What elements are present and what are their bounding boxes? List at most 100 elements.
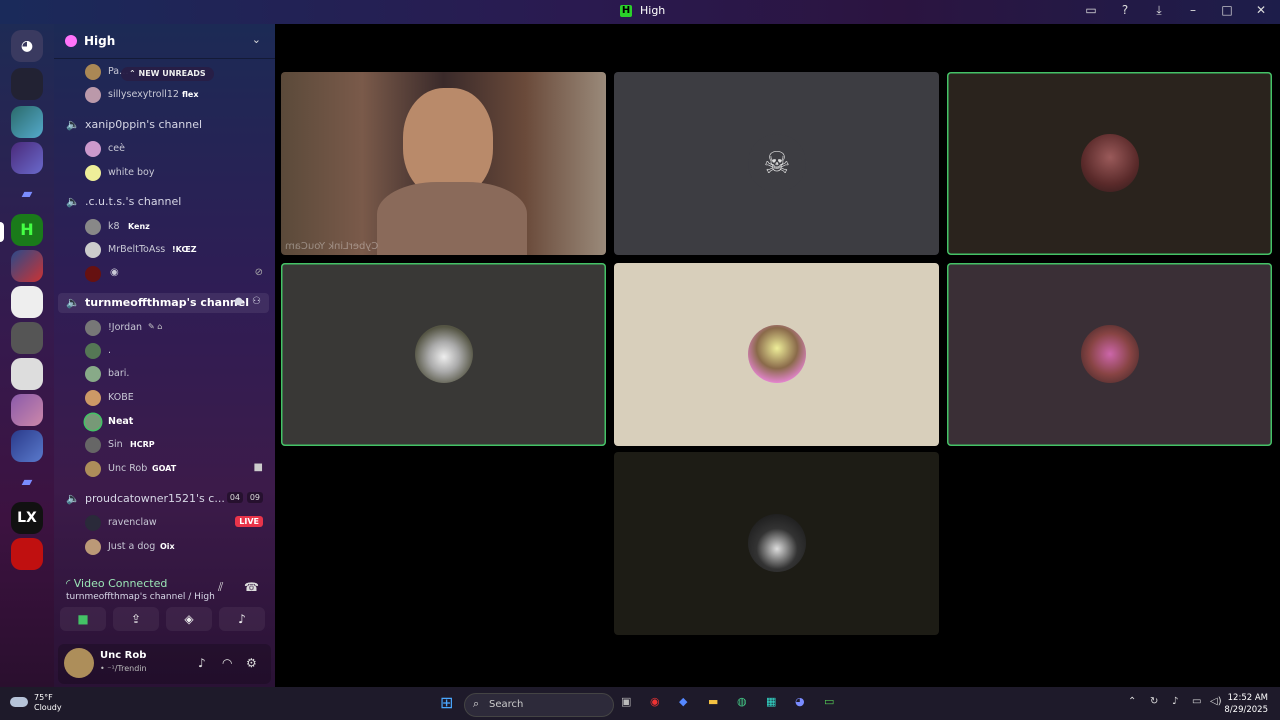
- list-item[interactable]: white boy: [54, 163, 275, 183]
- list-item[interactable]: bari.: [54, 364, 275, 384]
- list-item[interactable]: .: [54, 341, 275, 361]
- app-icon-green[interactable]: ▦: [766, 695, 776, 708]
- chrome-icon[interactable]: ◍: [737, 695, 747, 708]
- download-icon[interactable]: ⤓: [1150, 3, 1168, 18]
- voice-channel-xanip[interactable]: 🔈 xanip0ppin's channel: [54, 115, 275, 135]
- window-title-text: High: [640, 4, 666, 17]
- soundboard-button[interactable]: ♪: [219, 607, 265, 631]
- settings-icon[interactable]: ⚙: [246, 656, 257, 670]
- windows-taskbar: 75°F Cloudy ⊞ ⌕ Search ▣ ◉ ◆ ▬ ◍ ▦ ◕ ▭ ⌃ …: [0, 687, 1280, 720]
- close-button[interactable]: ✕: [1252, 3, 1270, 18]
- avatar: [85, 141, 101, 157]
- taskbar-search[interactable]: ⌕ Search: [464, 693, 614, 717]
- discord-taskbar-icon[interactable]: ◕: [795, 695, 805, 708]
- speaker-icon: 🔈: [66, 296, 80, 309]
- tray-chevron-icon[interactable]: ⌃: [1128, 696, 1136, 707]
- voice-location[interactable]: turnmeoffthmap's channel / High: [66, 592, 215, 602]
- folder-icon-2[interactable]: ▰: [11, 466, 43, 498]
- minimize-button[interactable]: –: [1184, 3, 1202, 18]
- list-item[interactable]: Unc Rob GOAT ■: [54, 459, 275, 479]
- list-item[interactable]: ravenclaw LIVE: [54, 513, 275, 533]
- server-icon-7[interactable]: [11, 322, 43, 354]
- server-icon-2[interactable]: [11, 106, 43, 138]
- weather-temp: 75°F: [34, 693, 53, 702]
- activity-button[interactable]: ◈: [166, 607, 212, 631]
- video-off-icon: ⊘: [254, 267, 263, 278]
- channel-name: xanip0ppin's channel: [85, 118, 203, 131]
- video-tile-avatar[interactable]: [614, 452, 939, 635]
- list-item[interactable]: Neat: [54, 412, 275, 432]
- server-icon-3[interactable]: [11, 142, 43, 174]
- camera-button[interactable]: ■: [60, 607, 106, 631]
- user-name: white boy: [108, 167, 155, 178]
- disconnect-icon[interactable]: ☎: [244, 580, 259, 594]
- chevron-down-icon[interactable]: ⌄: [252, 33, 261, 46]
- list-item[interactable]: MrBeltToAss !KŒZ: [54, 240, 275, 260]
- list-item[interactable]: !Jordan ✎ ⌂: [54, 318, 275, 338]
- list-item[interactable]: k8 Kenz: [54, 217, 275, 237]
- server-icon-9[interactable]: [11, 394, 43, 426]
- video-tile-avatar[interactable]: ☠: [614, 72, 939, 255]
- video-tile-avatar[interactable]: [947, 263, 1272, 446]
- mute-icon: ✎ ⌂: [148, 322, 163, 331]
- video-tile-avatar[interactable]: [614, 263, 939, 446]
- file-explorer-icon[interactable]: ▬: [708, 695, 718, 708]
- screen-share-button[interactable]: ⇪: [113, 607, 159, 631]
- network-icon[interactable]: ▭: [1192, 696, 1201, 707]
- start-button[interactable]: ⊞: [440, 693, 453, 712]
- voice-channel-proudcatowner[interactable]: 🔈 proudcatowner1521's c... 04 09: [54, 489, 275, 509]
- list-item[interactable]: sillysexytroll12 flex: [54, 85, 275, 105]
- avatar: [85, 219, 101, 235]
- server-icon-5[interactable]: [11, 250, 43, 282]
- guild-header[interactable]: High ⌄: [54, 24, 275, 59]
- list-item[interactable]: Sin HCRP: [54, 435, 275, 455]
- chat-bubble-icon[interactable]: ●: [234, 296, 243, 307]
- avatar: [85, 366, 101, 382]
- video-tile-avatar[interactable]: [947, 72, 1272, 255]
- user-panel-name[interactable]: Unc Rob: [100, 650, 146, 661]
- terminal-icon[interactable]: ▭: [824, 695, 834, 708]
- video-tile-camera[interactable]: CyberLink YouCam: [281, 72, 606, 255]
- task-view-icon[interactable]: ▣: [621, 695, 631, 708]
- server-icon-12[interactable]: LX: [11, 502, 43, 534]
- help-icon[interactable]: ?: [1116, 3, 1134, 18]
- microphone-tray-icon[interactable]: ♪: [1172, 696, 1178, 707]
- app-icon-red[interactable]: ◉: [650, 695, 660, 708]
- speaker-icon: 🔈: [66, 195, 80, 208]
- skull-avatar-icon: ☠: [748, 134, 806, 192]
- video-tile-avatar[interactable]: [281, 263, 606, 446]
- server-icon-1[interactable]: [11, 68, 43, 100]
- copilot-icon[interactable]: ◆: [679, 695, 687, 708]
- voice-channel-cuts[interactable]: 🔈 .c.u.t.s.'s channel: [54, 192, 275, 212]
- microphone-icon[interactable]: ♪: [198, 656, 206, 670]
- server-icon-6[interactable]: [11, 286, 43, 318]
- server-icon-high[interactable]: H: [11, 214, 43, 246]
- webcam-watermark: CyberLink YouCam: [285, 241, 379, 252]
- channel-sidebar: High ⌄ Pa… ⌃ NEW UNREADS sillysexytroll1…: [54, 24, 275, 687]
- voice-channel-turnmeoffthmap[interactable]: 🔈 turnmeoffthmap's channel ● ⚇: [58, 293, 269, 313]
- avatar[interactable]: [64, 648, 94, 678]
- clock[interactable]: 12:52 AM 8/29/2025: [1224, 692, 1268, 716]
- window-titlebar: H High ▭ ? ⤓ – □ ✕: [0, 0, 1280, 24]
- add-user-icon[interactable]: ⚇: [252, 296, 261, 307]
- new-unreads-button[interactable]: ⌃ NEW UNREADS: [121, 67, 214, 81]
- headphones-icon[interactable]: ◠: [222, 656, 232, 670]
- list-item[interactable]: ◉ ⊘: [54, 264, 275, 284]
- server-icon-13[interactable]: [11, 538, 43, 570]
- server-icon-8[interactable]: [11, 358, 43, 390]
- inbox-icon[interactable]: ▭: [1082, 3, 1100, 18]
- sync-icon[interactable]: ↻: [1150, 696, 1158, 707]
- list-item[interactable]: KOBE: [54, 388, 275, 408]
- noise-suppression-icon[interactable]: ⫽: [218, 580, 223, 595]
- maximize-button[interactable]: □: [1218, 3, 1236, 18]
- server-icon-10[interactable]: [11, 430, 43, 462]
- discord-home-icon[interactable]: ◕: [11, 30, 43, 62]
- folder-icon[interactable]: ▰: [11, 178, 43, 210]
- user-name: k8: [108, 221, 120, 232]
- user-name: .: [108, 345, 112, 356]
- avatar: [85, 320, 101, 336]
- list-item[interactable]: ceè: [54, 139, 275, 159]
- volume-icon[interactable]: ◁): [1210, 696, 1222, 707]
- list-item[interactable]: Just a dog Oix: [54, 537, 275, 557]
- voice-status[interactable]: ◜ Video Connected: [66, 577, 167, 590]
